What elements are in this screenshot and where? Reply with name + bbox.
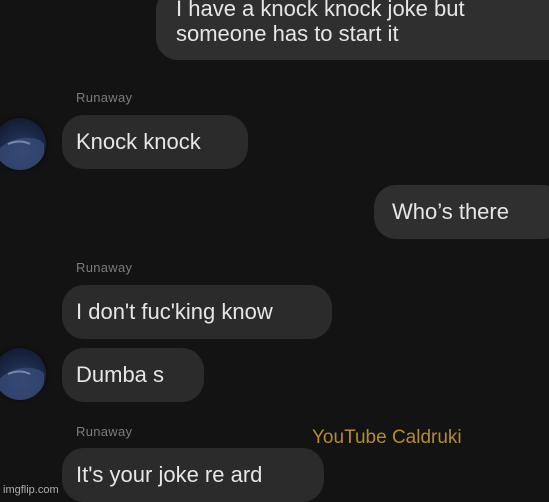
sender-name: Runaway xyxy=(76,260,133,275)
message-text: It's your joke re ard xyxy=(76,462,263,487)
message-text: Knock knock xyxy=(76,129,201,154)
chat-thread: I have a knock knock joke but someone ha… xyxy=(0,0,549,502)
youtube-watermark: YouTube Caldruki xyxy=(312,427,462,448)
message-text: Dumba s xyxy=(76,362,165,387)
message-bubble-outgoing[interactable]: Who’s there xyxy=(374,185,549,239)
avatar-image xyxy=(0,137,44,170)
avatar-image xyxy=(0,367,44,400)
sender-name: Runaway xyxy=(76,90,133,105)
message-bubble-incoming[interactable]: Knock knock xyxy=(62,115,248,169)
message-bubble-outgoing[interactable]: I have a knock knock joke but someone ha… xyxy=(156,0,549,60)
message-line: someone has to start it xyxy=(176,21,399,46)
sender-name: Runaway xyxy=(76,424,133,439)
message-text: I don't fuc'king know xyxy=(76,299,273,324)
imgflip-watermark: imgflip.com xyxy=(3,484,59,496)
message-bubble-incoming[interactable]: Dumba s xyxy=(62,348,204,402)
message-bubble-incoming[interactable]: It's your joke re ard xyxy=(62,448,324,502)
avatar[interactable] xyxy=(0,118,46,170)
message-bubble-incoming[interactable]: I don't fuc'king know xyxy=(62,285,332,339)
message-line: I have a knock knock joke but xyxy=(176,0,465,21)
avatar[interactable] xyxy=(0,348,46,400)
message-text: Who’s there xyxy=(392,199,509,224)
